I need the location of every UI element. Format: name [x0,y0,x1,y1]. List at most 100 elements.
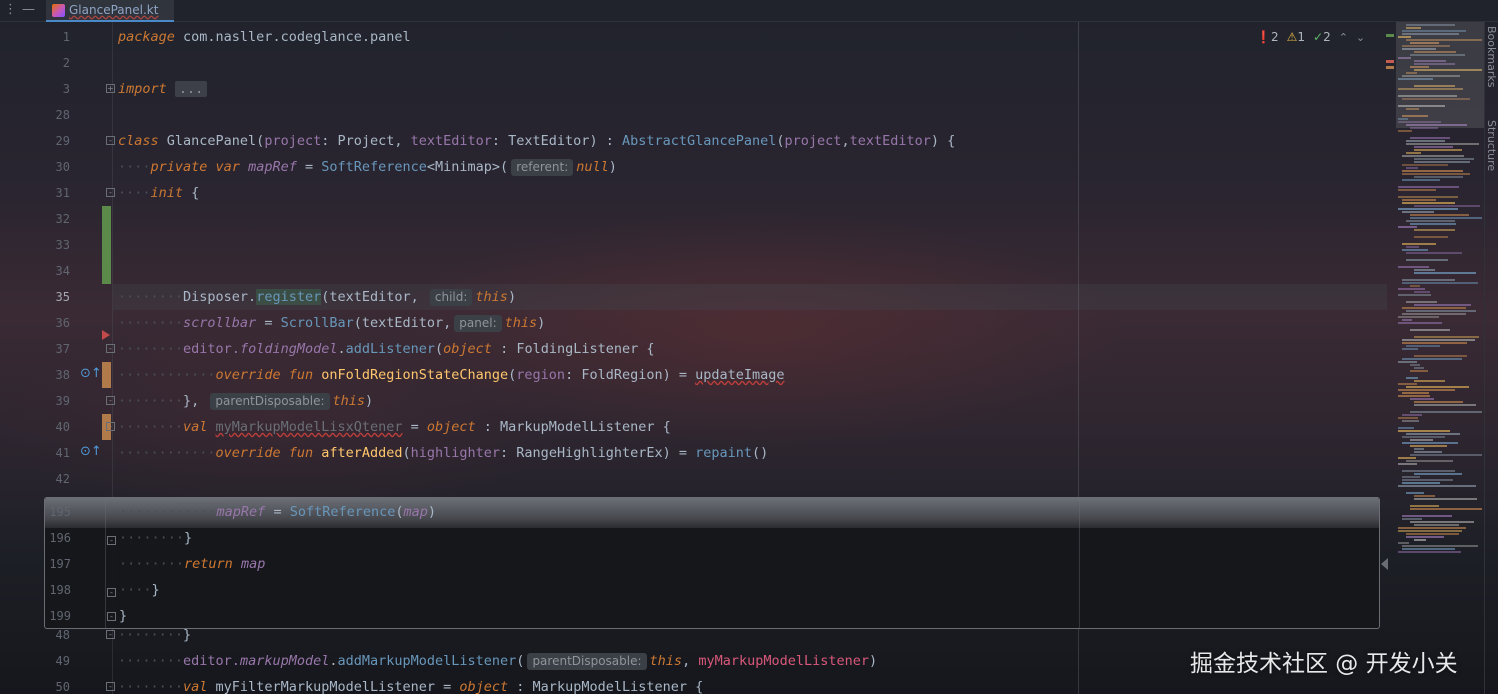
popup-code-line-197[interactable]: ········return map [119,556,265,572]
minimap-line [1414,272,1476,274]
minimap-line [1414,291,1430,293]
fold-collapse-icon[interactable]: - [106,630,115,639]
minimap-line [1398,395,1430,397]
minimap-line [1406,377,1418,379]
popup-code-line-198[interactable]: ····} [119,582,160,598]
folded-imports: ... [174,81,208,97]
minimap-line [1398,322,1442,324]
code-line-38[interactable]: ············override fun onFoldRegionSta… [118,367,785,383]
stripe-mark[interactable] [1386,66,1394,69]
code-line-3[interactable]: import ... [118,81,208,97]
minimap-line [1414,236,1448,238]
fold-collapse-icon[interactable]: - [106,422,115,431]
code-line-41[interactable]: ············override fun afterAdded(high… [118,445,768,461]
minimap-line [1402,313,1466,315]
minimap-line [1402,179,1440,181]
inspection-widget[interactable]: ❗2 ⚠1 ✓2 ⌃ ⌄ [1256,30,1365,44]
code-line-49[interactable]: ········editor.markupModel.addMarkupMode… [118,653,877,670]
minimap-line [1410,411,1482,413]
structure-tab[interactable]: Structure [1485,120,1498,171]
minimap-line [1406,220,1455,222]
errors-count[interactable]: ❗2 [1256,30,1279,44]
line-number: 198 [49,583,71,597]
override-gutter-icon[interactable]: ⊙↑ [80,366,102,381]
line-number: 29 [55,134,70,148]
minimap-line [1406,533,1459,535]
fold-collapse-icon[interactable]: - [107,536,116,545]
minimap-line [1410,521,1474,523]
line-number: 41 [55,446,70,460]
vcs-added-marker[interactable] [102,206,111,284]
minimap-line [1414,336,1479,338]
minimap-line [1410,454,1482,456]
warnings-count[interactable]: ⚠1 [1287,30,1305,44]
minimap-line [1414,161,1470,163]
tab-glancepanel-kt[interactable]: GlancePanel.kt [46,0,174,22]
stripe-mark[interactable] [1386,34,1394,37]
code-line-40[interactable]: ········val myMarkupModelLisxQtener = ob… [118,419,671,435]
minimap-line [1406,252,1462,254]
chevron-down-icon[interactable]: ⌄ [1356,31,1365,44]
fold-collapse-icon[interactable]: - [107,588,116,597]
inlay-hint: referent: [511,159,574,176]
minimap-line [1414,146,1453,148]
code-line-37[interactable]: ········editor.foldingModel.addListener(… [118,341,655,357]
fold-collapse-icon[interactable]: - [106,188,115,197]
weak-warnings-count[interactable]: ✓2 [1313,30,1331,44]
vcs-modified-marker[interactable] [102,362,111,388]
code-line-39[interactable]: ········}, parentDisposable: this) [118,393,373,410]
minimap-line [1398,527,1466,529]
popup-code-line-199[interactable]: } [119,608,127,624]
code-line-31[interactable]: ····init { [118,185,199,201]
minimap-line [1414,229,1455,231]
code-line-36[interactable]: ········scrollbar = ScrollBar(textEditor… [118,315,545,332]
code-line-50[interactable]: ········val myFilterMarkupModelListener … [118,679,703,694]
minimap-line [1414,304,1471,306]
fold-collapse-icon[interactable]: - [106,136,115,145]
minimap-line [1398,542,1409,544]
minimap-viewport[interactable] [1396,22,1484,128]
minimap-line [1398,316,1439,318]
chevron-up-icon[interactable]: ⌃ [1339,31,1348,44]
bookmarks-tab[interactable]: Bookmarks [1485,26,1498,87]
minimap-line [1402,199,1436,201]
minimap-line [1406,246,1419,248]
line-number: 30 [55,160,70,174]
minimap-line [1414,451,1442,453]
kotlin-file-icon [52,3,65,17]
minimap-line [1410,370,1428,372]
scope-preview-popup[interactable]: 195 196 197 198 199 ············mapRef =… [44,497,1380,629]
line-number: 33 [55,238,70,252]
fold-collapse-icon[interactable]: - [107,612,116,621]
minimap-line [1402,173,1470,175]
minimap-line [1410,223,1456,225]
line-number: 31 [55,186,70,200]
menu-icon[interactable]: ⋮ [4,2,17,17]
popup-code-line-196[interactable]: ········} [119,530,192,546]
line-number: 32 [55,212,70,226]
fold-collapse-icon[interactable]: - [106,396,115,405]
minimap-line [1398,208,1458,210]
minimap-line [1398,530,1462,532]
minimap-line [1402,249,1428,251]
fold-expand-icon[interactable]: + [106,84,115,93]
code-line-35[interactable]: ········Disposer.register(textEditor, ch… [118,289,516,306]
popup-code-line-195[interactable]: ············mapRef = SoftReference(map) [119,504,436,520]
stripe-mark[interactable] [1386,60,1394,63]
minimap-line [1406,310,1476,312]
minimize-icon[interactable]: — [22,2,35,17]
override-gutter-icon[interactable]: ⊙↑ [80,444,102,459]
minimap-line [1410,217,1482,219]
minimap-line [1410,439,1433,441]
line-number: 49 [55,654,70,668]
fold-collapse-icon[interactable]: - [106,682,115,691]
minimap-line [1414,404,1476,406]
code-line-30[interactable]: ····private var mapRef = SoftReference<M… [118,159,617,176]
code-line-29[interactable]: class GlancePanel(project: Project, text… [118,133,955,149]
code-line-1[interactable]: package com.nasller.codeglance.panel [118,29,411,45]
breakpoint-arrow-icon[interactable] [102,330,110,340]
code-line-48[interactable]: ········} [118,627,191,643]
minimap-line [1402,348,1418,350]
fold-collapse-icon[interactable]: - [106,344,115,353]
minimap-line [1402,436,1445,438]
